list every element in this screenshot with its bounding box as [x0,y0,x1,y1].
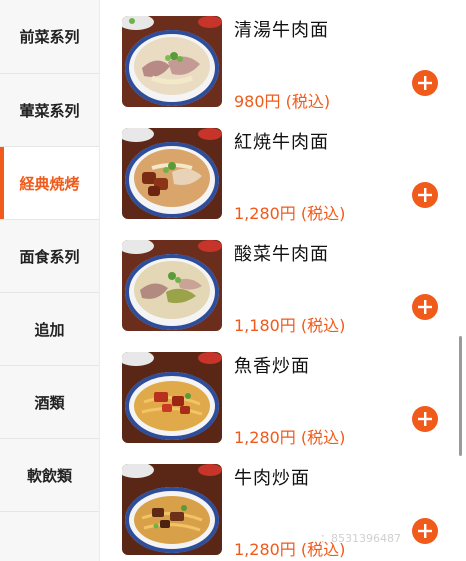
add-to-cart-button[interactable] [412,70,438,96]
plus-icon [418,412,432,426]
add-to-cart-button[interactable] [412,182,438,208]
add-to-cart-button[interactable] [412,294,438,320]
menu-item-name: 清湯牛肉面 [234,20,329,41]
menu-item-list: 清湯牛肉面 980円 (税込) 紅焼牛肉面 1,280円 (税込) 酸菜牛肉面 … [100,0,466,561]
beef-fried-noodle-photo[interactable] [122,464,222,555]
menu-item-name: 魚香炒面 [234,356,310,377]
menu-item: 清湯牛肉面 980円 (税込) [100,0,466,112]
sidebar-item-label: 葷菜系列 [19,101,80,120]
sidebar-item-label: 前菜系列 [19,28,80,46]
braised-beef-noodle-photo[interactable] [122,128,222,219]
plus-icon [418,300,432,314]
plus-icon [418,76,432,90]
menu-item: 魚香炒面 1,280円 (税込) [100,336,466,448]
sidebar-item-label: 酒類 [34,393,65,412]
add-to-cart-button[interactable] [412,406,438,432]
menu-item-name: 酸菜牛肉面 [234,244,329,265]
menu-item: 牛肉炒面 1,280円 (税込) [100,448,466,560]
scrollbar[interactable] [459,336,462,456]
sidebar-item-label: 軟飲類 [26,466,72,485]
menu-item-name: 紅焼牛肉面 [234,132,329,153]
menu-item-price: 1,180円 (税込) [234,316,346,335]
menu-item-price: 1,280円 (税込) [234,428,346,447]
sidebar-item-classic-grill[interactable]: 経典焼烤 [0,147,99,220]
add-to-cart-button[interactable] [412,518,438,544]
sidebar-item-meat-dishes[interactable]: 葷菜系列 [0,74,99,147]
menu-item: 酸菜牛肉面 1,180円 (税込) [100,224,466,336]
pickled-cabbage-beef-noodle-photo[interactable] [122,240,222,331]
category-sidebar: 前菜系列 葷菜系列 経典焼烤 面食系列 追加 酒類 軟飲類 [0,0,100,561]
menu-item: 紅焼牛肉面 1,280円 (税込) [100,112,466,224]
sidebar-item-label: 追加 [34,320,65,339]
plus-icon [418,188,432,202]
sidebar-item-label: 面食系列 [19,247,80,266]
menu-item-price: 980円 (税込) [234,92,331,111]
menu-item-name: 牛肉炒面 [234,468,310,489]
fish-flavored-fried-noodle-photo[interactable] [122,352,222,443]
plus-icon [418,524,432,538]
sidebar-item-appetizers[interactable]: 前菜系列 [0,0,99,74]
sidebar-item-alcohol[interactable]: 酒類 [0,366,99,439]
watermark-text: ：8531396487 [320,532,401,545]
sidebar-item-extras[interactable]: 追加 [0,293,99,366]
sidebar-item-noodles[interactable]: 面食系列 [0,220,99,293]
sidebar-item-label: 経典焼烤 [19,174,80,193]
sidebar-item-soft-drinks[interactable]: 軟飲類 [0,439,99,512]
menu-item-price: 1,280円 (税込) [234,204,346,223]
clear-broth-beef-noodle-photo[interactable] [122,16,222,107]
